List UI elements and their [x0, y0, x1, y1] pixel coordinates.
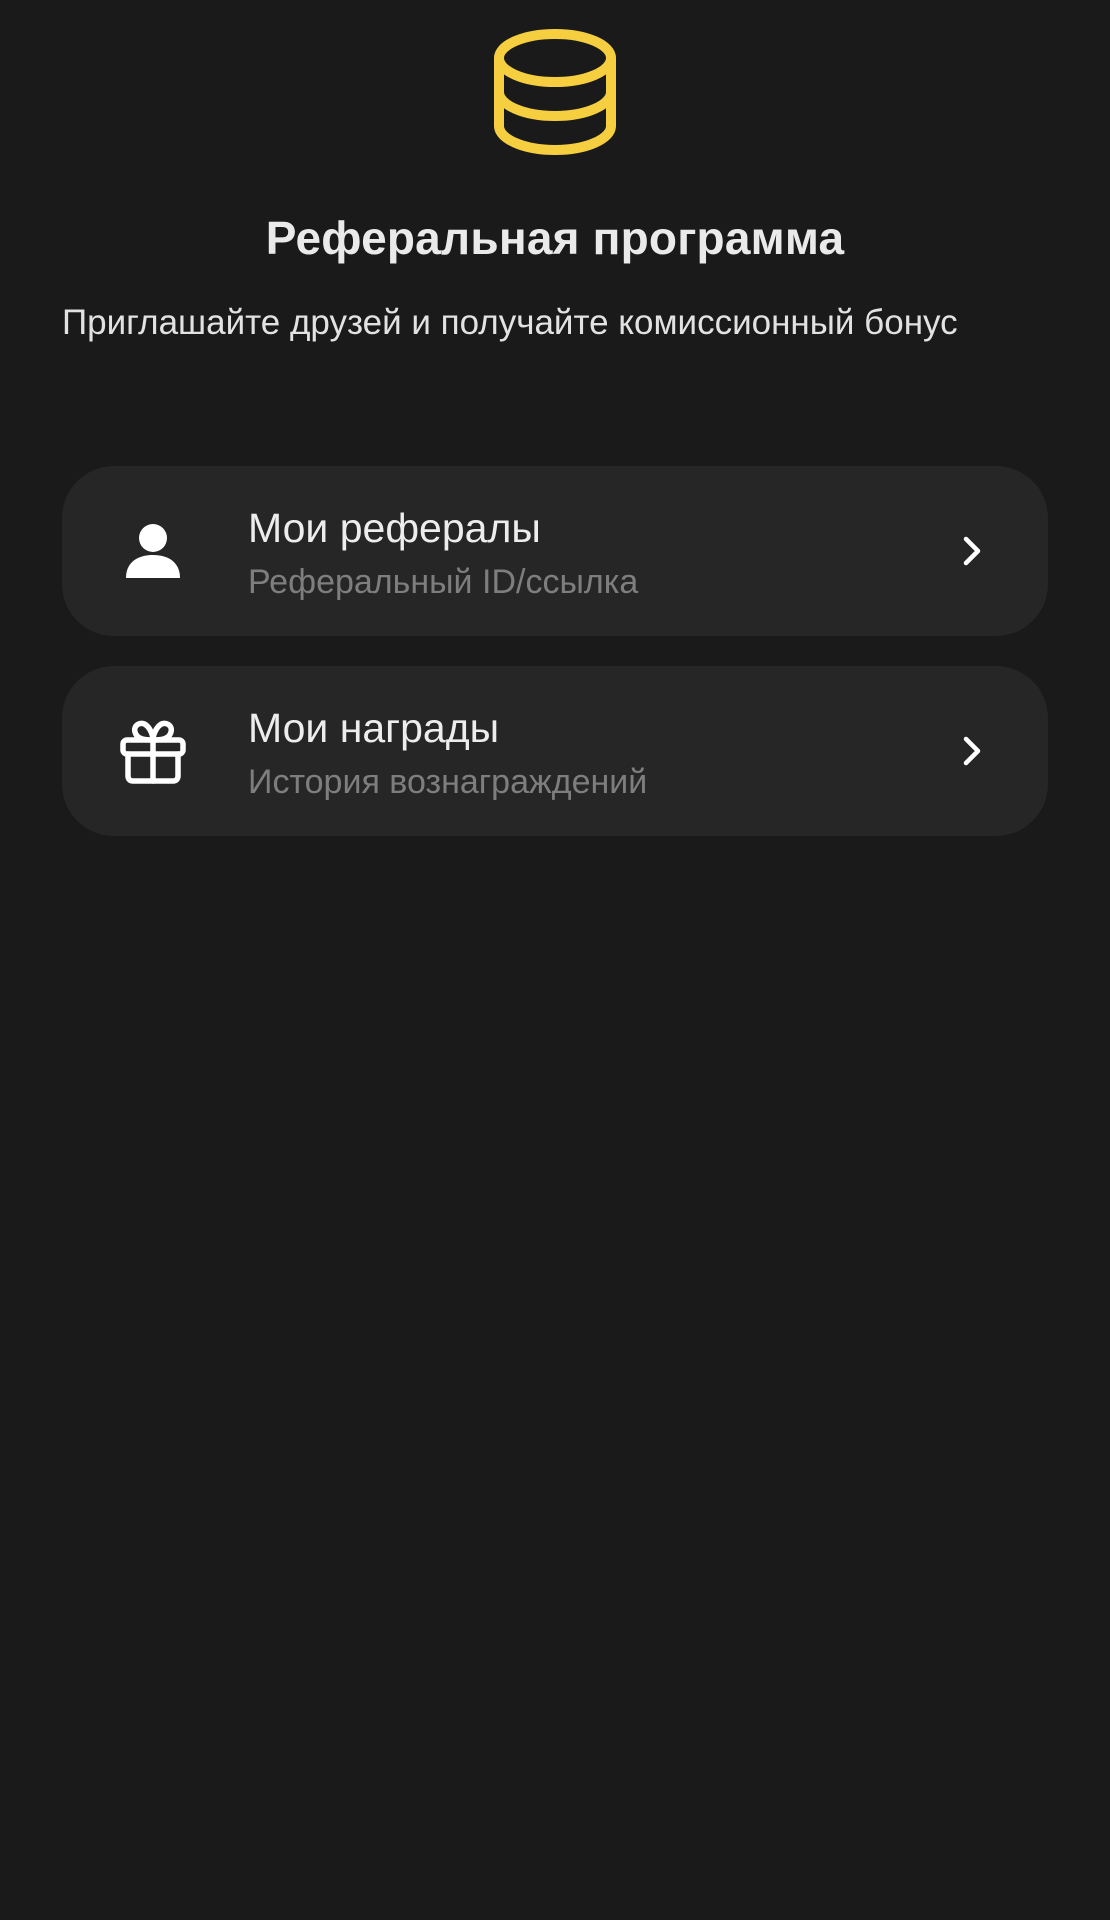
referral-program-screen: Реферальная программа Приглашайте друзей…: [0, 0, 1110, 1920]
my-referrals-subtitle: Реферальный ID/ссылка: [248, 563, 639, 601]
chevron-right-icon: [952, 531, 992, 571]
my-rewards-subtitle: История вознаграждений: [248, 763, 648, 801]
my-referrals-card[interactable]: Мои рефералы Реферальный ID/ссылка: [62, 466, 1048, 636]
coins-stack-icon: [490, 24, 620, 160]
page-title: Реферальная программа: [265, 212, 845, 264]
page-subtitle: Приглашайте друзей и получайте комиссион…: [62, 303, 958, 342]
chevron-right-icon: [952, 731, 992, 771]
gift-icon: [117, 716, 189, 788]
my-referrals-title: Мои рефералы: [248, 505, 541, 551]
my-rewards-card[interactable]: Мои награды История вознаграждений: [62, 666, 1048, 836]
user-icon: [117, 516, 189, 588]
my-rewards-title: Мои награды: [248, 705, 500, 751]
